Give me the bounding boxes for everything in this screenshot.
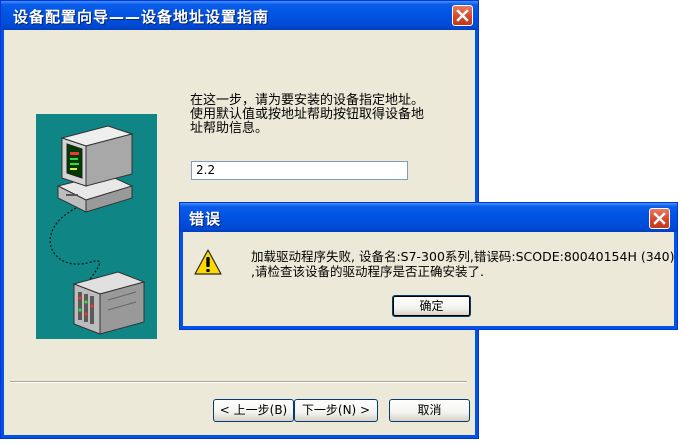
instruction-line-2: 使用默认值或按地址帮助按钮取得设备地: [190, 107, 425, 122]
error-message: 加载驱动程序失败, 设备名:S7-300系列,错误码:SCODE:8004015…: [251, 249, 675, 279]
device-address-input[interactable]: 2.2: [191, 161, 408, 180]
wizard-close-button[interactable]: [452, 5, 473, 26]
cancel-button[interactable]: 取消: [389, 399, 470, 422]
back-button[interactable]: < 上一步(B): [213, 399, 294, 422]
instruction-line-1: 在这一步，请为要安装的设备指定地址。: [190, 93, 425, 108]
error-titlebar[interactable]: 错误: [180, 203, 677, 232]
device-illustration: [36, 114, 157, 339]
error-close-button[interactable]: [649, 208, 670, 229]
computer-plc-image: [49, 125, 146, 335]
ok-button[interactable]: 确定: [392, 295, 471, 317]
instruction-text: 在这一步，请为要安装的设备指定地址。 使用默认值或按地址帮助按钮取得设备地 址帮…: [190, 94, 440, 136]
next-button[interactable]: 下一步(N) >: [294, 399, 378, 422]
wizard-title: 设备配置向导——设备地址设置指南: [13, 8, 270, 26]
error-dialog: 错误 加载驱动程序失败, 设备名:S7-300系列,错误码:SCODE:8004…: [179, 202, 678, 330]
instruction-line-3: 址帮助信息。: [190, 121, 269, 136]
wizard-titlebar[interactable]: 设备配置向导——设备地址设置指南: [1, 1, 478, 30]
warning-icon: [194, 249, 222, 275]
error-body: 加载驱动程序失败, 设备名:S7-300系列,错误码:SCODE:8004015…: [183, 232, 674, 326]
separator-line: [10, 381, 467, 383]
error-message-line-1: 加载驱动程序失败, 设备名:S7-300系列,错误码:SCODE:8004015…: [251, 249, 675, 264]
error-message-line-2: ,请检查该设备的驱动程序是否正确安装了.: [251, 264, 484, 279]
close-icon: [653, 212, 666, 225]
error-title: 错误: [189, 210, 222, 228]
close-icon: [456, 9, 469, 22]
